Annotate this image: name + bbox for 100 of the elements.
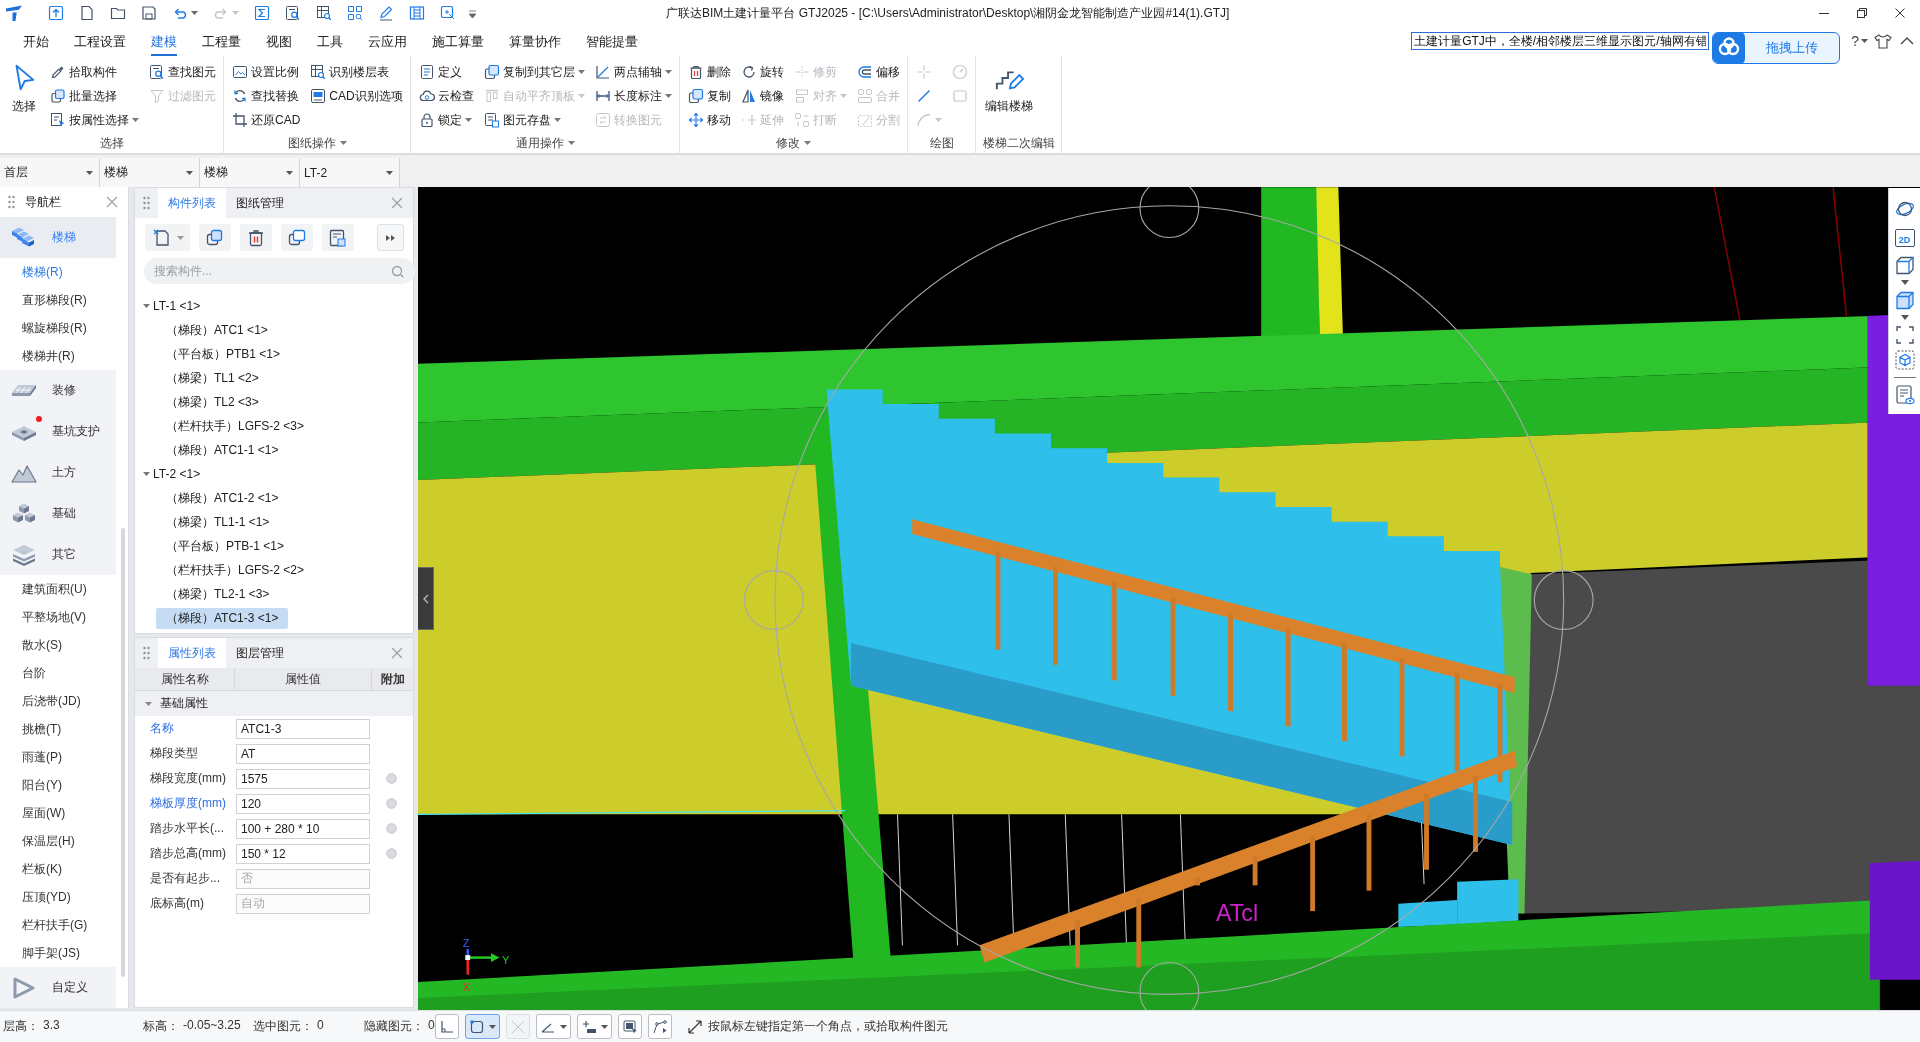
nav-item[interactable]: 栏杆扶手(G)	[0, 911, 128, 939]
nav-item[interactable]: 直形梯段(R)	[0, 286, 128, 314]
tree-item[interactable]: （梯段）ATC1 <1>	[156, 319, 278, 341]
ribbon-button[interactable]: 镜像	[739, 84, 785, 108]
ribbon-button[interactable]: 云检查	[417, 84, 475, 108]
search-field[interactable]: 搜索构件...	[144, 258, 415, 284]
new-button[interactable]	[145, 224, 190, 251]
nav-item[interactable]: 后浇带(JD)	[0, 687, 128, 715]
toolbar-button[interactable]	[345, 3, 365, 23]
cube-icon[interactable]	[1894, 255, 1915, 275]
ribbon-button[interactable]: 还原CAD	[231, 108, 302, 132]
ribbon-button[interactable]: CAD识别选项	[309, 84, 404, 108]
tool-button[interactable]	[535, 1014, 571, 1039]
fullscreen-icon[interactable]	[1894, 325, 1915, 345]
menu-tab[interactable]: 工程量	[202, 26, 241, 56]
group-menu-button[interactable]: 图纸操作	[287, 134, 347, 152]
close-icon[interactable]	[391, 197, 403, 209]
nav-item[interactable]: 建筑面积(U)	[0, 575, 128, 603]
tree-item[interactable]: （梯段）ATC1-1 <1>	[156, 439, 289, 461]
tree-item[interactable]: （平台板）PTB-1 <1>	[156, 535, 295, 557]
panel-tab[interactable]: 构件列表	[158, 188, 226, 218]
property-value-field[interactable]: 120	[236, 793, 370, 814]
nav-item[interactable]: 台阶	[0, 659, 128, 687]
tree-item[interactable]: （栏杆扶手）LGFS-2 <2>	[156, 559, 315, 581]
group-menu-button[interactable]: 通用操作	[515, 134, 575, 152]
caret-icon[interactable]	[143, 304, 150, 308]
ribbon-button[interactable]: 锁定	[417, 108, 475, 132]
panel-tab[interactable]: 图纸管理	[226, 188, 294, 218]
ribbon-button[interactable]: 旋转	[739, 60, 785, 84]
panel-tab[interactable]: 属性列表	[158, 638, 226, 668]
tool-button[interactable]	[464, 1014, 500, 1039]
ribbon-button[interactable]: 偏移	[855, 60, 901, 84]
toolbar-button[interactable]	[252, 3, 272, 23]
ribbon-button[interactable]: 图元存盘	[482, 108, 586, 132]
orbit-icon[interactable]	[1894, 199, 1915, 219]
caret-icon[interactable]	[143, 472, 150, 476]
tree-item[interactable]: （梯梁）TL1 <2>	[156, 367, 269, 389]
combo-box[interactable]: 楼梯	[100, 158, 200, 187]
close-icon[interactable]	[391, 647, 403, 659]
attach-radio-icon[interactable]	[386, 773, 397, 784]
nav-category[interactable]: 其它	[0, 534, 116, 575]
menu-tab[interactable]: 开始	[23, 26, 49, 56]
attach-radio-icon[interactable]	[386, 823, 397, 834]
tree-item[interactable]: （梯段）ATC1-2 <1>	[156, 487, 289, 509]
nav-item[interactable]: 螺旋梯段(R)	[0, 314, 128, 342]
ribbon-button[interactable]: 查找替换	[231, 84, 302, 108]
menu-tab[interactable]: 云应用	[368, 26, 407, 56]
combo-box[interactable]: LT-2	[300, 158, 400, 187]
tree-item[interactable]: （梯段）ATC1-3 <1>	[156, 607, 289, 629]
shirt-icon[interactable]	[1874, 32, 1892, 50]
tree-item[interactable]: （梯梁）TL1-1 <1>	[156, 511, 280, 533]
toolbar-button[interactable]	[139, 3, 159, 23]
menu-tab[interactable]: 施工算量	[432, 26, 484, 56]
more-button[interactable]	[377, 224, 404, 251]
property-value-field[interactable]: 100 + 280 * 10	[236, 818, 370, 839]
tool-button[interactable]	[647, 1014, 672, 1039]
tree-item[interactable]: LT-2 <1>	[135, 462, 207, 486]
nav-item[interactable]: 楼梯(R)	[0, 258, 128, 286]
ribbon-button[interactable]: 按属性选择	[49, 108, 140, 132]
nav-item[interactable]: 挑檐(T)	[0, 715, 128, 743]
nav-item[interactable]: 楼梯井(R)	[0, 342, 128, 370]
nav-item[interactable]: 保温层(H)	[0, 827, 128, 855]
help-button[interactable]: ?	[1851, 31, 1868, 51]
nav-item[interactable]: 雨蓬(P)	[0, 743, 128, 771]
ribbon-button[interactable]: 拾取构件	[49, 60, 140, 84]
ribbon-button[interactable]: 长度标注	[593, 84, 673, 108]
upload-button[interactable]: 拖拽上传	[1712, 32, 1840, 64]
menu-tab[interactable]: 工具	[317, 26, 343, 56]
nav-category[interactable]: 基坑支护	[0, 411, 116, 452]
nav-item[interactable]: 栏板(K)	[0, 855, 128, 883]
ribbon-button[interactable]: 删除	[686, 60, 732, 84]
ribbon-button[interactable]: 两点辅轴	[593, 60, 673, 84]
toolbar-button[interactable]	[46, 3, 66, 23]
combo-box[interactable]: 楼梯	[200, 158, 300, 187]
attach-radio-icon[interactable]	[386, 848, 397, 859]
copy-button[interactable]	[199, 224, 231, 251]
close-icon[interactable]	[106, 196, 118, 208]
menu-tab[interactable]: 工程设置	[74, 26, 126, 56]
customize-caret-icon[interactable]	[469, 8, 476, 18]
ribbon-button[interactable]: 选择	[7, 60, 41, 115]
menu-tab[interactable]: 视图	[266, 26, 292, 56]
property-value-field[interactable]: AT	[236, 743, 370, 764]
chevron-up-icon[interactable]	[1900, 36, 1914, 46]
nav-category[interactable]: 土方	[0, 452, 116, 493]
attach-radio-icon[interactable]	[386, 798, 397, 809]
nav-item[interactable]: 脚手架(JS)	[0, 939, 128, 967]
property-group-row[interactable]: 基础属性	[135, 691, 413, 716]
nav-item[interactable]: 散水(S)	[0, 631, 128, 659]
collapse-handle[interactable]	[418, 567, 434, 630]
ribbon-button[interactable]: 定义	[417, 60, 475, 84]
tree-item[interactable]: （平台板）PTB1 <1>	[156, 343, 291, 365]
view-2d-button[interactable]: 2D	[1894, 229, 1915, 247]
tool-button[interactable]	[576, 1014, 612, 1039]
ribbon-button[interactable]: 查找图元	[148, 60, 217, 84]
menu-tab[interactable]: 智能提量	[586, 26, 638, 56]
tree-item[interactable]: （梯梁）TL2 <3>	[156, 391, 269, 413]
ribbon-button[interactable]: 编辑楼梯	[982, 60, 1035, 115]
save-button[interactable]	[322, 224, 354, 251]
help-search-field[interactable]: 土建计量GTJ中，全楼/相邻楼层三维显示图元/轴网有错	[1411, 32, 1710, 50]
nav-item[interactable]: 压顶(YD)	[0, 883, 128, 911]
